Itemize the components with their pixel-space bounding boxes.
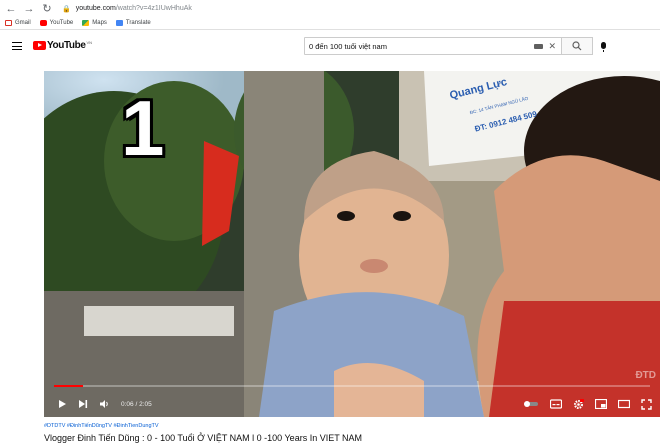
youtube-logo[interactable]: YouTube VN [33,40,92,51]
browser-toolbar: ← → ↻ 🔒 youtube.com/watch?v=4z1IUwHhuAk [0,0,660,17]
search-input[interactable]: 0 đến 100 tuổi việt nam ✕ [304,37,562,55]
player-right-controls [512,391,652,417]
url-path: /watch?v=4z1IUwHhuAk [115,5,192,12]
bookmark-youtube[interactable]: YouTube [39,20,74,26]
video-player[interactable]: 1 Quang Lực ĐC: 14 TÂN PHẠM NGŨ LÃO ĐT: … [44,71,660,417]
youtube-header: YouTube VN 0 đến 100 tuổi việt nam ✕ [0,31,660,63]
youtube-icon [39,20,47,26]
clear-search-icon[interactable]: ✕ [548,41,556,52]
menu-icon[interactable] [12,42,22,50]
bookmark-label: Maps [92,20,107,26]
gmail-icon [5,20,12,26]
bookmark-gmail[interactable]: Gmail [5,20,31,26]
time-total: 2:05 [139,400,152,408]
address-bar[interactable]: 🔒 youtube.com/watch?v=4z1IUwHhuAk [62,2,660,15]
player-controls: 0:06 / 2:05 [44,391,660,417]
volume-icon[interactable] [99,399,110,409]
time-current: 0:06 [121,400,134,408]
bookmark-translate[interactable]: Translate [115,20,151,26]
channel-watermark[interactable]: ĐTD [635,370,656,381]
country-code: VN [86,40,93,45]
video-hashtags[interactable]: #DTDTV #ĐinhTiếnDũngTV #ĐinhTienDungTV [44,423,159,429]
play-icon[interactable] [57,399,67,409]
video-title: Vlogger Đinh Tiến Dũng : 0 - 100 Tuổi Ở … [44,433,363,443]
autoplay-toggle[interactable] [523,400,539,408]
search-button[interactable] [561,37,593,55]
forward-icon[interactable]: → [22,2,36,16]
settings-icon[interactable] [573,398,584,410]
miniplayer-icon[interactable] [595,399,607,409]
search-icon [572,41,582,51]
bookmark-label: Gmail [15,20,31,26]
bookmark-label: Translate [125,20,151,26]
reload-icon[interactable]: ↻ [40,2,54,16]
microphone-icon[interactable] [601,42,606,52]
theater-mode-icon[interactable] [618,399,630,409]
search-query: 0 đến 100 tuổi việt nam [309,41,387,51]
keyboard-icon[interactable] [534,43,544,49]
bookmark-label: YouTube [49,20,74,26]
lock-icon: 🔒 [62,5,71,13]
progress-bar[interactable] [54,385,650,387]
progress-fill [54,385,83,387]
url-host: youtube.com [75,5,116,12]
bookmarks-bar: Gmail YouTube Maps Translate [0,17,660,30]
subtitles-icon[interactable] [550,399,562,409]
logo-text: YouTube [47,40,86,51]
back-icon[interactable]: ← [4,2,18,16]
fullscreen-icon[interactable] [641,398,652,410]
youtube-logo-icon [33,41,46,50]
chapter-number: 1 [121,84,165,172]
translate-icon [115,20,123,26]
maps-icon [82,20,90,26]
time-display: 0:06 / 2:05 [121,400,152,408]
bookmark-maps[interactable]: Maps [82,20,107,26]
next-icon[interactable] [78,399,88,409]
